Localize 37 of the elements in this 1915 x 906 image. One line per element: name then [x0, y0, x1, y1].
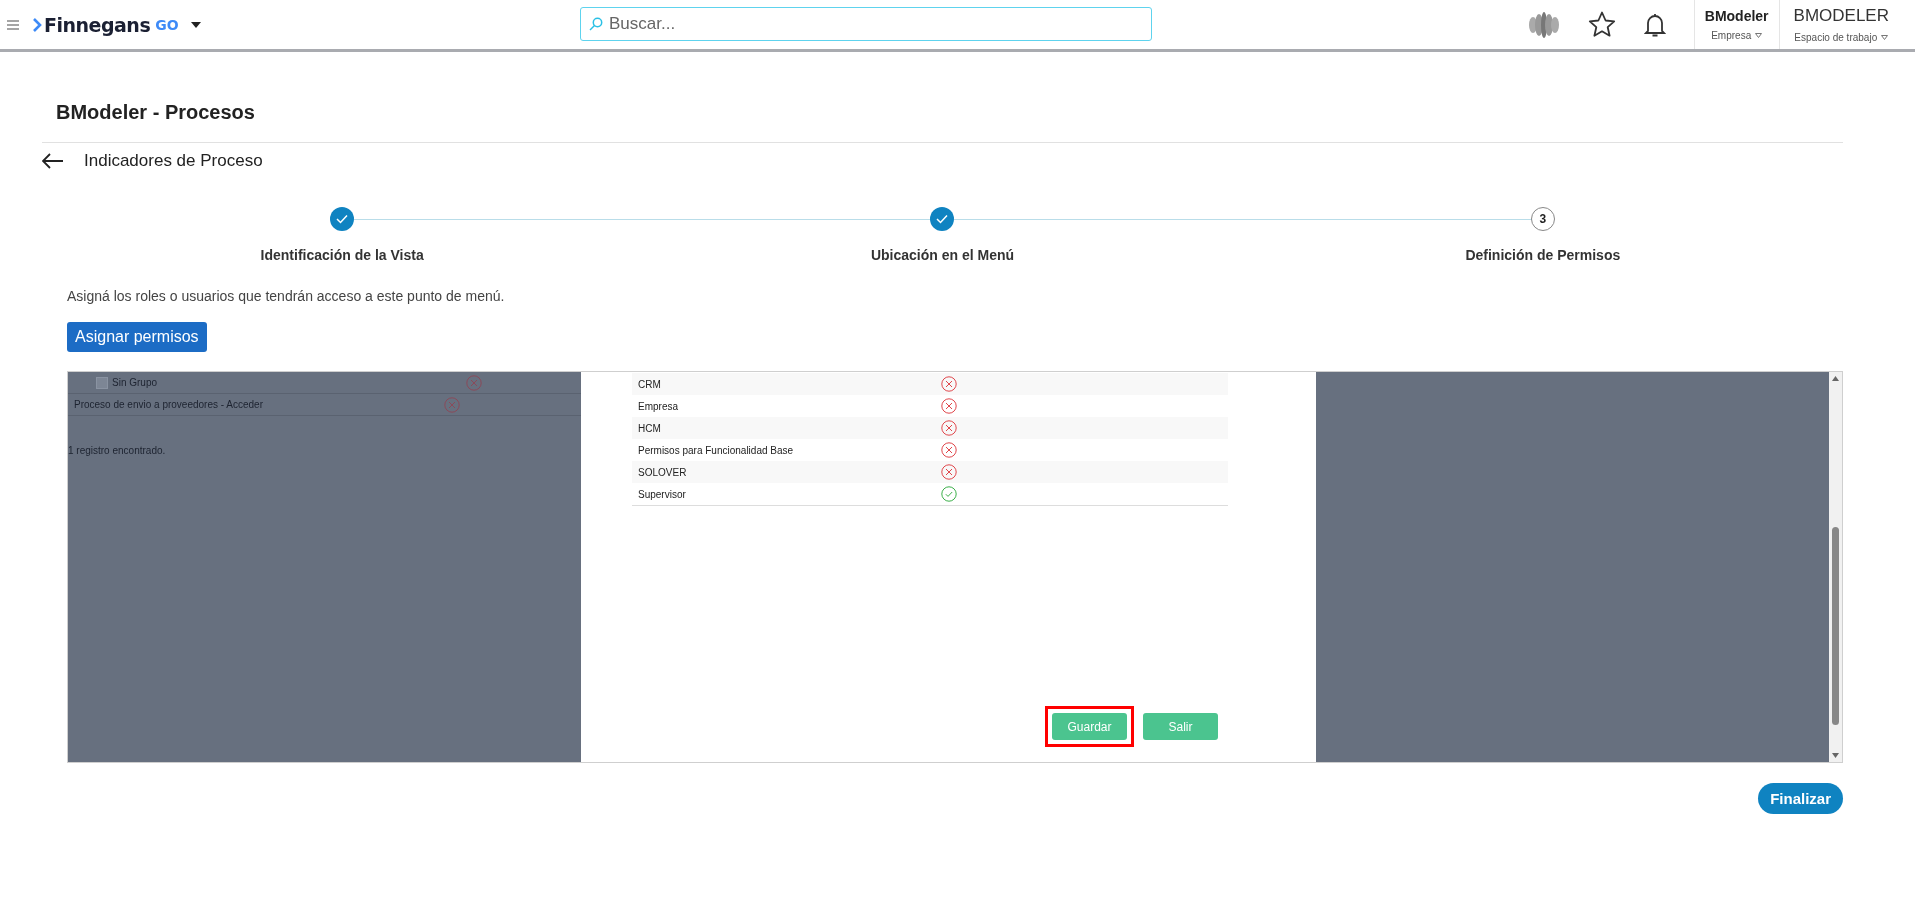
- chevron-logo-icon: [33, 17, 42, 32]
- caret-icon: [1755, 33, 1763, 38]
- search-field[interactable]: Buscar...: [580, 7, 1152, 41]
- instructions-text: Asigná los roles o usuarios que tendrán acceso a este punto de menú.: [67, 288, 506, 304]
- caret-icon[interactable]: [190, 21, 201, 28]
- caret-icon: [1881, 35, 1889, 40]
- scroll-down-icon[interactable]: [1832, 753, 1839, 758]
- company-name: BModeler: [1704, 8, 1769, 24]
- finish-button[interactable]: Finalizar: [1758, 783, 1843, 814]
- bell-icon[interactable]: [1643, 11, 1666, 38]
- page-title: BModeler - Procesos: [56, 101, 256, 124]
- role-name: Permisos para Funcionalidad Base: [637, 444, 795, 456]
- group-label: Sin Grupo: [112, 377, 158, 388]
- assign-permissions-button[interactable]: Asignar permisos: [67, 322, 207, 352]
- back-arrow-icon[interactable]: [42, 153, 64, 169]
- role-name: Empresa: [637, 400, 679, 412]
- step-number: 3: [1530, 207, 1555, 231]
- record-count: 1 registro encontrado.: [68, 445, 167, 456]
- company-selector[interactable]: Empresa: [1711, 30, 1763, 41]
- expand-toggle-icon: [96, 376, 108, 389]
- scrollbar[interactable]: [1829, 372, 1842, 762]
- step-label: Identificación de la Vista: [260, 247, 424, 263]
- workspace-selector[interactable]: Espacio de trabajo: [1794, 32, 1889, 43]
- step-label: Ubicación en el Menú: [870, 247, 1015, 263]
- role-name: SOLOVER: [637, 466, 688, 478]
- scroll-up-icon[interactable]: [1832, 376, 1839, 381]
- star-icon[interactable]: [1587, 11, 1616, 38]
- step-label: Definición de Permisos: [1465, 247, 1621, 263]
- brand-suffix: GO: [155, 16, 179, 33]
- workspace-name: BMODELER: [1793, 6, 1889, 26]
- section-title: Indicadores de Proceso: [84, 151, 263, 171]
- app-logo-icon[interactable]: [1527, 10, 1560, 39]
- role-name: CRM: [637, 378, 662, 390]
- role-name: Supervisor: [637, 488, 687, 500]
- role-name: HCM: [637, 422, 662, 434]
- permission-label: Proceso de envio a proveedores - Acceder: [74, 399, 263, 410]
- brand-name: Finnegans: [44, 13, 151, 36]
